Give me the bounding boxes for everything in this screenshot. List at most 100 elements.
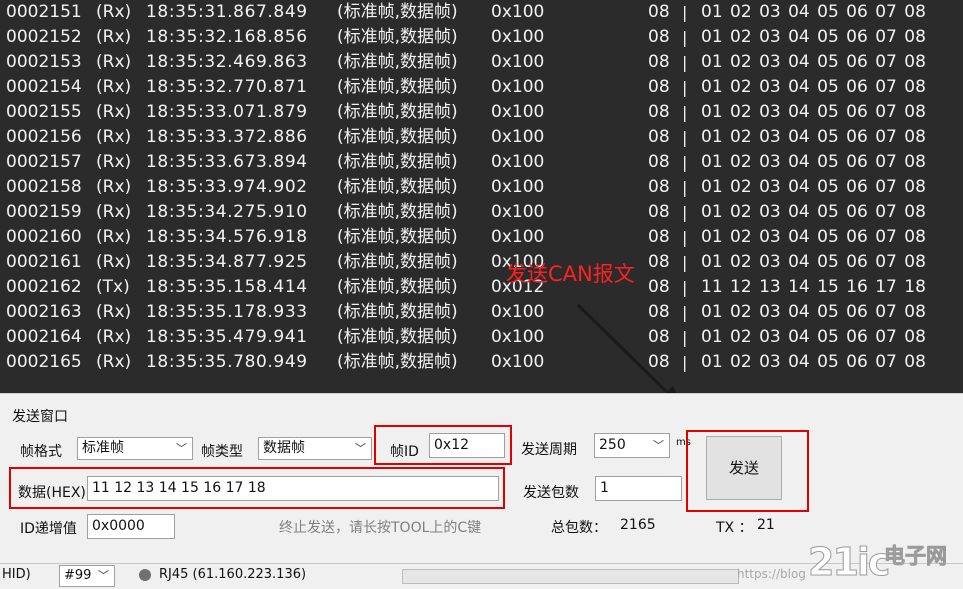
log-dlc: 08 [648, 177, 670, 197]
frame-type-select[interactable]: 数据帧 ﹀ [258, 437, 372, 460]
data-hex-input[interactable]: 11 12 13 14 15 16 17 18 [87, 476, 499, 501]
log-separator: | [682, 353, 688, 372]
log-frame-type: (标准帧,数据帧) [337, 27, 458, 47]
log-frame-id: 0x100 [491, 227, 545, 247]
log-direction: (Rx) [96, 77, 132, 97]
log-frame-type: (标准帧,数据帧) [337, 77, 458, 97]
log-separator: | [682, 203, 688, 222]
log-frame-id: 0x100 [491, 327, 545, 347]
log-data: 01 02 03 04 05 06 07 08 [701, 2, 926, 22]
total-value: 2165 [620, 517, 656, 533]
log-frame-id: 0x100 [491, 127, 545, 147]
log-dlc: 08 [648, 252, 670, 272]
log-separator: | [682, 303, 688, 322]
log-direction: (Rx) [96, 302, 132, 322]
log-data: 01 02 03 04 05 06 07 08 [701, 152, 926, 172]
log-separator: | [682, 328, 688, 347]
log-row: 0002157 (Rx) 18:35:33.673.894 (标准帧,数据帧) 0x10… [0, 150, 963, 175]
send-button[interactable]: 发送 [706, 436, 782, 500]
log-seq: 0002153 [6, 52, 82, 72]
frame-format-label: 帧格式 [20, 444, 62, 460]
chevron-down-icon: ﹀ [176, 442, 187, 455]
frame-format-select[interactable]: 标准帧 ﹀ [77, 437, 193, 460]
log-frame-id: 0x100 [491, 52, 545, 72]
annotation-label: 发送CAN报文 [506, 262, 635, 286]
log-timestamp: 18:35:35.780.949 [146, 352, 308, 372]
log-data: 01 02 03 04 05 06 07 08 [701, 102, 926, 122]
log-separator: | [682, 228, 688, 247]
port-select[interactable]: #99 ﹀ [59, 565, 115, 587]
log-row: 0002163 (Rx) 18:35:35.178.933 (标准帧,数据帧) 0x10… [0, 300, 963, 325]
hid-label: HID) [2, 567, 31, 582]
log-timestamp: 18:35:35.178.933 [146, 302, 308, 322]
log-frame-type: (标准帧,数据帧) [337, 152, 458, 172]
log-direction: (Rx) [96, 2, 132, 22]
log-frame-type: (标准帧,数据帧) [337, 202, 458, 222]
log-frame-type: (标准帧,数据帧) [337, 227, 458, 247]
log-timestamp: 18:35:34.275.910 [146, 202, 308, 222]
frame-type-value: 数据帧 [263, 440, 305, 456]
log-row: 0002162 (Tx) 18:35:35.158.414 (标准帧,数据帧) 0x01… [0, 275, 963, 300]
log-rows: 0002151 (Rx) 18:35:31.867.849 (标准帧,数据帧) 0x10… [0, 0, 963, 375]
log-dlc: 08 [648, 127, 670, 147]
log-frame-type: (标准帧,数据帧) [337, 352, 458, 372]
progress-bar [402, 569, 739, 584]
log-data: 01 02 03 04 05 06 07 08 [701, 177, 926, 197]
log-frame-type: (标准帧,数据帧) [337, 177, 458, 197]
log-separator: | [682, 128, 688, 147]
log-separator: | [682, 153, 688, 172]
log-dlc: 08 [648, 302, 670, 322]
log-row: 0002156 (Rx) 18:35:33.372.886 (标准帧,数据帧) 0x10… [0, 125, 963, 150]
log-frame-type: (标准帧,数据帧) [337, 252, 458, 272]
period-label: 发送周期 [521, 442, 577, 458]
log-row: 0002165 (Rx) 18:35:35.780.949 (标准帧,数据帧) 0x10… [0, 350, 963, 375]
log-timestamp: 18:35:34.576.918 [146, 227, 308, 247]
log-direction: (Tx) [96, 277, 130, 297]
log-timestamp: 18:35:35.479.941 [146, 327, 308, 347]
log-seq: 0002159 [6, 202, 82, 222]
id-increment-input[interactable]: 0x0000 [87, 514, 175, 539]
send-window-title: 发送窗口 [12, 409, 68, 425]
watermark-cn: 电子网 [884, 544, 948, 569]
log-seq: 0002160 [6, 227, 82, 247]
log-timestamp: 18:35:35.158.414 [146, 277, 308, 297]
log-data: 11 12 13 14 15 16 17 18 [701, 277, 926, 297]
frame-id-input[interactable]: 0x12 [429, 433, 505, 458]
log-seq: 0002152 [6, 27, 82, 47]
log-timestamp: 18:35:34.877.925 [146, 252, 308, 272]
log-data: 01 02 03 04 05 06 07 08 [701, 252, 926, 272]
log-frame-type: (标准帧,数据帧) [337, 52, 458, 72]
log-dlc: 08 [648, 102, 670, 122]
log-separator: | [682, 253, 688, 272]
log-row: 0002151 (Rx) 18:35:31.867.849 (标准帧,数据帧) 0x10… [0, 0, 963, 25]
packet-count-input[interactable]: 1 [595, 476, 682, 501]
log-direction: (Rx) [96, 202, 132, 222]
port-value: #99 [64, 568, 92, 583]
log-frame-type: (标准帧,数据帧) [337, 327, 458, 347]
chevron-down-icon: ﹀ [98, 569, 109, 582]
id-increment-label: ID递增值 [20, 521, 77, 537]
log-frame-type: (标准帧,数据帧) [337, 127, 458, 147]
log-frame-id: 0x100 [491, 202, 545, 222]
log-data: 01 02 03 04 05 06 07 08 [701, 52, 926, 72]
log-timestamp: 18:35:32.469.863 [146, 52, 308, 72]
log-frame-type: (标准帧,数据帧) [337, 2, 458, 22]
message-log[interactable]: 0002151 (Rx) 18:35:31.867.849 (标准帧,数据帧) 0x10… [0, 0, 963, 393]
log-data: 01 02 03 04 05 06 07 08 [701, 77, 926, 97]
log-seq: 0002162 [6, 277, 82, 297]
log-dlc: 08 [648, 227, 670, 247]
log-row: 0002160 (Rx) 18:35:34.576.918 (标准帧,数据帧) 0x10… [0, 225, 963, 250]
log-data: 01 02 03 04 05 06 07 08 [701, 27, 926, 47]
log-seq: 0002161 [6, 252, 82, 272]
log-row: 0002158 (Rx) 18:35:33.974.902 (标准帧,数据帧) 0x10… [0, 175, 963, 200]
log-frame-id: 0x100 [491, 152, 545, 172]
log-row: 0002161 (Rx) 18:35:34.877.925 (标准帧,数据帧) 0x10… [0, 250, 963, 275]
log-row: 0002159 (Rx) 18:35:34.275.910 (标准帧,数据帧) 0x10… [0, 200, 963, 225]
log-direction: (Rx) [96, 252, 132, 272]
log-row: 0002154 (Rx) 18:35:32.770.871 (标准帧,数据帧) 0x10… [0, 75, 963, 100]
chevron-down-icon: ﹀ [653, 439, 664, 452]
period-select[interactable]: 250 ﹀ [594, 433, 670, 458]
log-seq: 0002157 [6, 152, 82, 172]
log-direction: (Rx) [96, 227, 132, 247]
log-separator: | [682, 278, 688, 297]
